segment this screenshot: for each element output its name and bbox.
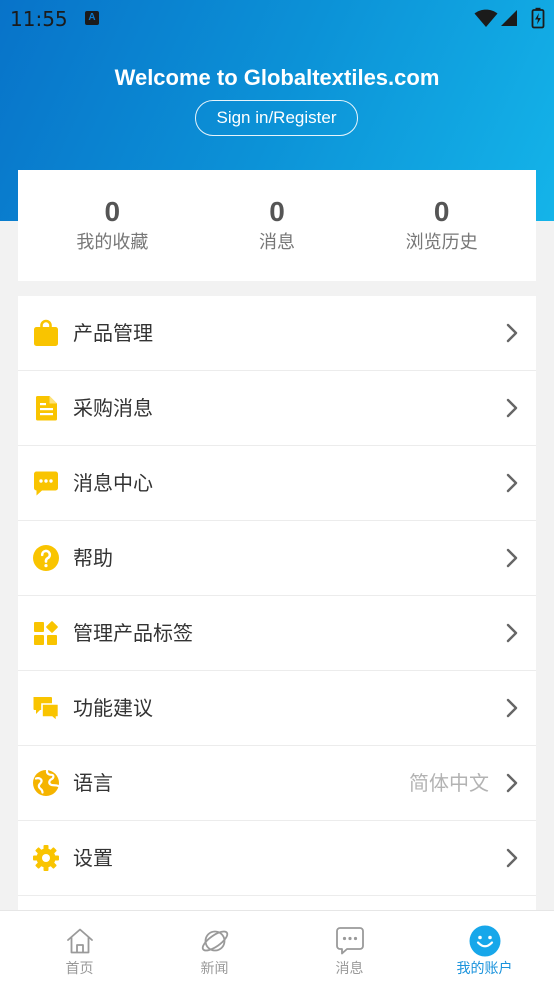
document-icon [32, 394, 60, 422]
chevron-right-icon [506, 773, 518, 793]
tab-news[interactable]: 新闻 [147, 911, 282, 984]
chevron-right-icon [506, 323, 518, 343]
tab-messages[interactable]: 消息 [282, 911, 417, 984]
stat-label: 浏览历史 [405, 232, 478, 253]
chevron-right-icon [506, 623, 518, 643]
welcome-title: Welcome to Globaltextiles.com [114, 65, 440, 90]
menu-item-purchase-messages[interactable]: 采购消息 [18, 371, 536, 446]
menu-item-label: 管理产品标签 [73, 621, 193, 645]
status-bar: 11:55 A [0, 0, 554, 38]
stat-messages[interactable]: 0 消息 [195, 170, 360, 281]
menu-item-language[interactable]: 语言 简体中文 [18, 746, 536, 821]
menu-item-help[interactable]: 帮助 [18, 521, 536, 596]
stat-label: 消息 [259, 232, 295, 253]
sign-in-register-button[interactable]: Sign in/Register [195, 100, 358, 136]
cell-signal-icon [501, 10, 517, 26]
stats-card: 0 我的收藏 0 消息 0 浏览历史 [18, 170, 536, 281]
globe-icon [32, 769, 60, 797]
menu-item-product-management[interactable]: 产品管理 [18, 296, 536, 371]
tab-home[interactable]: 首页 [12, 911, 147, 984]
stat-favorites[interactable]: 0 我的收藏 [30, 170, 195, 281]
stat-value: 0 [433, 196, 450, 227]
planet-icon [199, 925, 231, 957]
menu-item-settings[interactable]: 设置 [18, 821, 536, 896]
tab-label: 消息 [335, 961, 364, 977]
chevron-right-icon [506, 548, 518, 568]
menu-item-label: 采购消息 [73, 396, 153, 420]
chevron-right-icon [506, 848, 518, 868]
tab-label: 首页 [65, 961, 94, 977]
menu-item-feedback[interactable]: 功能建议 [18, 671, 536, 746]
stat-value: 0 [104, 196, 121, 227]
status-time: 11:55 [10, 7, 68, 31]
a-notification-icon: A [85, 11, 99, 25]
menu-item-label: 功能建议 [73, 696, 153, 720]
menu-item-label: 消息中心 [73, 471, 153, 495]
stat-history[interactable]: 0 浏览历史 [359, 170, 524, 281]
menu-item-label: 产品管理 [73, 321, 153, 345]
stat-value: 0 [269, 196, 285, 227]
bottom-tab-bar: 首页 新闻 消息 我的账户 [0, 910, 554, 984]
chevron-right-icon [506, 698, 518, 718]
battery-charging-icon [531, 7, 545, 29]
chat-icon [334, 925, 366, 957]
menu-list: 产品管理 采购消息 消息中心 帮助 管理产品标签 功能建议 语言 简体中文 设置 [18, 296, 536, 916]
menu-item-message-center[interactable]: 消息中心 [18, 446, 536, 521]
help-circle-icon [32, 544, 60, 572]
gear-icon [32, 844, 60, 872]
wifi-icon [474, 9, 498, 27]
menu-item-label: 帮助 [73, 546, 113, 570]
menu-item-product-tags[interactable]: 管理产品标签 [18, 596, 536, 671]
feedback-bubbles-icon [32, 694, 60, 722]
chat-bubble-icon [32, 469, 60, 497]
chevron-right-icon [506, 398, 518, 418]
smiley-icon [469, 925, 501, 957]
menu-item-label: 设置 [73, 846, 113, 870]
menu-item-label: 语言 [73, 771, 113, 795]
tab-my-account[interactable]: 我的账户 [417, 911, 552, 984]
shopping-bag-icon [32, 319, 60, 347]
tab-label: 新闻 [200, 961, 229, 977]
tab-label: 我的账户 [456, 961, 513, 977]
home-icon [64, 925, 96, 957]
language-value: 简体中文 [409, 771, 489, 795]
chevron-right-icon [506, 473, 518, 493]
stat-label: 我的收藏 [76, 232, 149, 253]
tags-grid-icon [32, 619, 60, 647]
